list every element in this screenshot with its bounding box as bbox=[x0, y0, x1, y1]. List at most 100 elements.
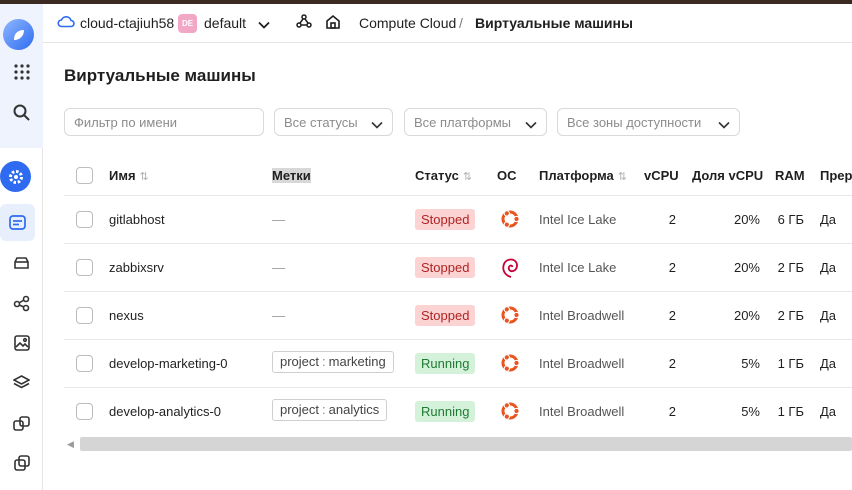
column-header-ram: RAM bbox=[775, 168, 805, 183]
vm-ram: 1 ГБ bbox=[777, 404, 804, 419]
home-icon[interactable] bbox=[325, 14, 341, 33]
vm-name[interactable]: develop-marketing-0 bbox=[109, 356, 228, 371]
column-header-vcpu-share: Доля vCPU bbox=[692, 168, 764, 183]
cloud-icon bbox=[57, 14, 75, 31]
label-chip[interactable]: project: analytics bbox=[272, 399, 388, 421]
table-row[interactable]: nexus — Stopped Intel Broadwell 2 20% 2 … bbox=[64, 291, 852, 339]
breadcrumb-current-page: Виртуальные машины bbox=[475, 15, 633, 31]
vm-vcpu-share: 20% bbox=[733, 212, 760, 227]
vm-vcpu-share: 20% bbox=[733, 308, 760, 323]
status-badge: Running bbox=[415, 401, 476, 422]
status-filter-value: Все статусы bbox=[284, 114, 358, 130]
row-checkbox[interactable] bbox=[76, 307, 93, 324]
vm-name[interactable]: zabbixsrv bbox=[109, 260, 164, 275]
breadcrumb-separator: / bbox=[459, 15, 463, 31]
vm-vcpu: 2 bbox=[668, 404, 676, 419]
row-checkbox[interactable] bbox=[76, 355, 93, 372]
horizontal-scrollbar[interactable] bbox=[80, 437, 852, 451]
vm-vcpu: 2 bbox=[668, 212, 676, 227]
cloud-selector[interactable]: cloud-ctajiuh58 bbox=[80, 15, 174, 31]
disks-icon[interactable] bbox=[0, 245, 43, 281]
platform-filter-select[interactable]: Все платформы bbox=[404, 108, 547, 136]
breadcrumb-compute-cloud[interactable]: Compute Cloud bbox=[359, 15, 456, 31]
search-icon[interactable] bbox=[0, 94, 43, 130]
label-separator: : bbox=[322, 354, 326, 369]
zone-filter-select[interactable]: Все зоны доступности bbox=[557, 108, 740, 136]
vm-vcpu: 2 bbox=[668, 260, 676, 275]
vm-name[interactable]: gitlabhost bbox=[109, 212, 165, 227]
name-filter-input[interactable]: Фильтр по имени bbox=[64, 108, 264, 136]
vm-vcpu-share: 5% bbox=[741, 356, 760, 371]
ubuntu-icon bbox=[499, 352, 521, 377]
vm-platform: Intel Ice Lake bbox=[539, 212, 617, 227]
column-header-status[interactable]: Статус ⇅ bbox=[415, 168, 472, 183]
row-checkbox[interactable] bbox=[76, 211, 93, 228]
label-value: marketing bbox=[328, 354, 386, 369]
instance-groups-icon[interactable] bbox=[0, 285, 43, 321]
table-row[interactable]: zabbixsrv — Stopped Intel Ice Lake 2 20%… bbox=[64, 243, 852, 291]
status-badge: Stopped bbox=[415, 257, 476, 278]
label-chip[interactable]: project: marketing bbox=[272, 351, 394, 373]
zone-filter-value: Все зоны доступности bbox=[567, 114, 702, 130]
chevron-down-icon[interactable] bbox=[258, 16, 270, 32]
folder-badge: DE bbox=[178, 14, 197, 33]
status-badge: Running bbox=[415, 353, 476, 374]
left-nav-rail bbox=[0, 4, 43, 490]
placement-groups-icon[interactable] bbox=[0, 405, 43, 441]
vm-preemptible: Да bbox=[820, 212, 837, 227]
resource-graph-icon[interactable] bbox=[296, 14, 312, 33]
table-row[interactable]: gitlabhost — Stopped Intel Ice Lake 2 20… bbox=[64, 195, 852, 243]
status-filter-select[interactable]: Все статусы bbox=[274, 108, 393, 136]
apps-grid-icon[interactable] bbox=[0, 54, 43, 90]
snapshots-layers-icon[interactable] bbox=[0, 365, 43, 401]
vm-name[interactable]: nexus bbox=[109, 308, 144, 323]
vm-platform: Intel Broadwell bbox=[539, 356, 625, 371]
logo-icon[interactable] bbox=[3, 19, 34, 50]
row-checkbox[interactable] bbox=[76, 403, 93, 420]
vm-preemptible: Да bbox=[820, 356, 837, 371]
vm-labels-empty: — bbox=[272, 308, 285, 323]
vm-ram: 2 ГБ bbox=[777, 308, 804, 323]
vm-vcpu-share: 5% bbox=[741, 404, 760, 419]
vm-platform: Intel Ice Lake bbox=[539, 260, 617, 275]
page-title: Виртуальные машины bbox=[64, 66, 256, 85]
vm-platform: Intel Broadwell bbox=[539, 404, 625, 419]
chevron-down-icon bbox=[525, 117, 537, 132]
label-key: project bbox=[280, 354, 320, 369]
column-header-labels: Метки bbox=[272, 168, 311, 183]
vm-name[interactable]: develop-analytics-0 bbox=[109, 404, 221, 419]
platform-filter-value: Все платформы bbox=[414, 114, 511, 130]
table-row[interactable]: develop-marketing-0 project: marketing Ru… bbox=[64, 339, 852, 387]
select-all-checkbox[interactable] bbox=[76, 167, 93, 184]
vm-labels-empty: — bbox=[272, 212, 285, 227]
compute-service-gear-icon[interactable] bbox=[0, 161, 31, 192]
top-header: cloud-ctajiuh58 DE default Compute Cloud… bbox=[43, 4, 852, 43]
scroll-left-arrow-icon[interactable]: ◀ bbox=[67, 439, 74, 450]
vm-ram: 6 ГБ bbox=[777, 212, 804, 227]
ubuntu-icon bbox=[499, 304, 521, 329]
label-separator: : bbox=[322, 402, 326, 417]
vm-labels-empty: — bbox=[272, 260, 285, 275]
chevron-down-icon bbox=[371, 117, 383, 132]
status-badge: Stopped bbox=[415, 209, 476, 230]
table-row[interactable]: develop-analytics-0 project: analytics Ru… bbox=[64, 387, 852, 435]
virtual-machines-icon[interactable] bbox=[0, 204, 35, 240]
column-header-preemptible: Прер bbox=[820, 168, 852, 183]
debian-icon bbox=[500, 256, 520, 283]
folder-selector[interactable]: default bbox=[204, 15, 246, 31]
ubuntu-icon bbox=[499, 208, 521, 233]
chevron-down-icon bbox=[718, 117, 730, 132]
vm-vcpu: 2 bbox=[668, 308, 676, 323]
label-key: project bbox=[280, 402, 320, 417]
ubuntu-icon bbox=[499, 400, 521, 425]
vm-vcpu-share: 20% bbox=[733, 260, 760, 275]
row-checkbox[interactable] bbox=[76, 259, 93, 276]
vm-preemptible: Да bbox=[820, 404, 837, 419]
column-header-platform[interactable]: Платформа ⇅ bbox=[539, 168, 627, 183]
images-icon[interactable] bbox=[0, 325, 43, 361]
column-header-os: ОС bbox=[497, 168, 517, 183]
vm-platform: Intel Broadwell bbox=[539, 308, 625, 323]
column-header-vcpu: vCPU bbox=[644, 168, 679, 183]
file-storages-icon[interactable] bbox=[0, 445, 43, 481]
column-header-name[interactable]: Имя ⇅ bbox=[109, 168, 149, 183]
